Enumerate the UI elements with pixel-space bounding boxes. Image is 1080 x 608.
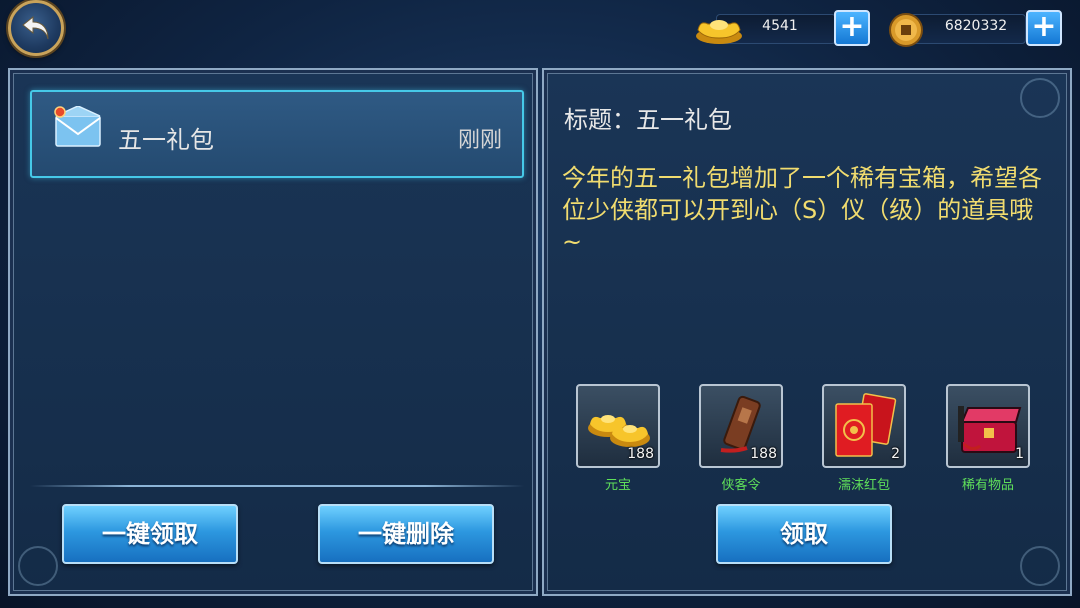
envelope-icon	[54, 106, 101, 147]
corner-ornament	[18, 546, 58, 586]
ingot-currency: 4541 +	[694, 10, 872, 46]
reward-qty: 188	[627, 446, 654, 462]
gold-ingot-icon	[696, 20, 742, 44]
reward-name: 元宝	[604, 478, 631, 493]
mail-item-time: 刚刚	[457, 128, 502, 153]
mail-body: 今年的五一礼包增加了一个稀有宝箱，希望各位少侠都可以开到心（S）仪（级）的道具哦…	[562, 164, 1042, 256]
add-ingot-button[interactable]: +	[834, 10, 870, 46]
claim-button[interactable]: 领取	[716, 504, 892, 564]
reward-qty: 188	[750, 446, 777, 462]
corner-ornament	[1020, 78, 1060, 118]
unread-dot	[54, 106, 66, 118]
add-copper-button[interactable]: +	[1026, 10, 1062, 46]
reward-name: 濡沫红包	[837, 478, 890, 493]
mail-subject: 标题：五一礼包	[564, 106, 732, 134]
reward-item[interactable]: 1 稀有物品	[946, 384, 1032, 493]
back-button[interactable]	[8, 0, 64, 56]
mail-item-title: 五一礼包	[118, 126, 214, 154]
reward-item[interactable]: 188 元宝	[576, 384, 662, 493]
ingot-value: 4541	[762, 18, 798, 34]
mail-list-panel: 五一礼包 刚刚 一键领取 一键删除	[8, 68, 538, 596]
divider	[30, 485, 524, 487]
reward-qty: 1	[1015, 446, 1024, 462]
red-envelope-icon	[835, 393, 897, 457]
copper-value: 6820332	[944, 18, 1008, 34]
reward-name: 侠客令	[721, 478, 761, 493]
treasure-chest-icon	[958, 406, 1022, 453]
back-arrow-icon	[22, 15, 49, 40]
reward-item[interactable]: 188 侠客令	[699, 384, 785, 493]
reward-qty: 2	[891, 446, 900, 462]
copper-coin-icon	[889, 13, 923, 47]
claim-all-button[interactable]: 一键领取	[62, 504, 238, 564]
mail-list-item[interactable]: 五一礼包 刚刚	[30, 90, 524, 178]
mail-detail-panel: 标题：五一礼包 今年的五一礼包增加了一个稀有宝箱，希望各位少侠都可以开到心（S）…	[542, 68, 1072, 596]
reward-item[interactable]: 2 濡沫红包	[822, 384, 908, 493]
reward-name: 稀有物品	[961, 478, 1014, 493]
copper-currency: 6820332 +	[888, 10, 1064, 47]
corner-ornament	[1020, 546, 1060, 586]
delete-all-button[interactable]: 一键删除	[318, 504, 494, 564]
